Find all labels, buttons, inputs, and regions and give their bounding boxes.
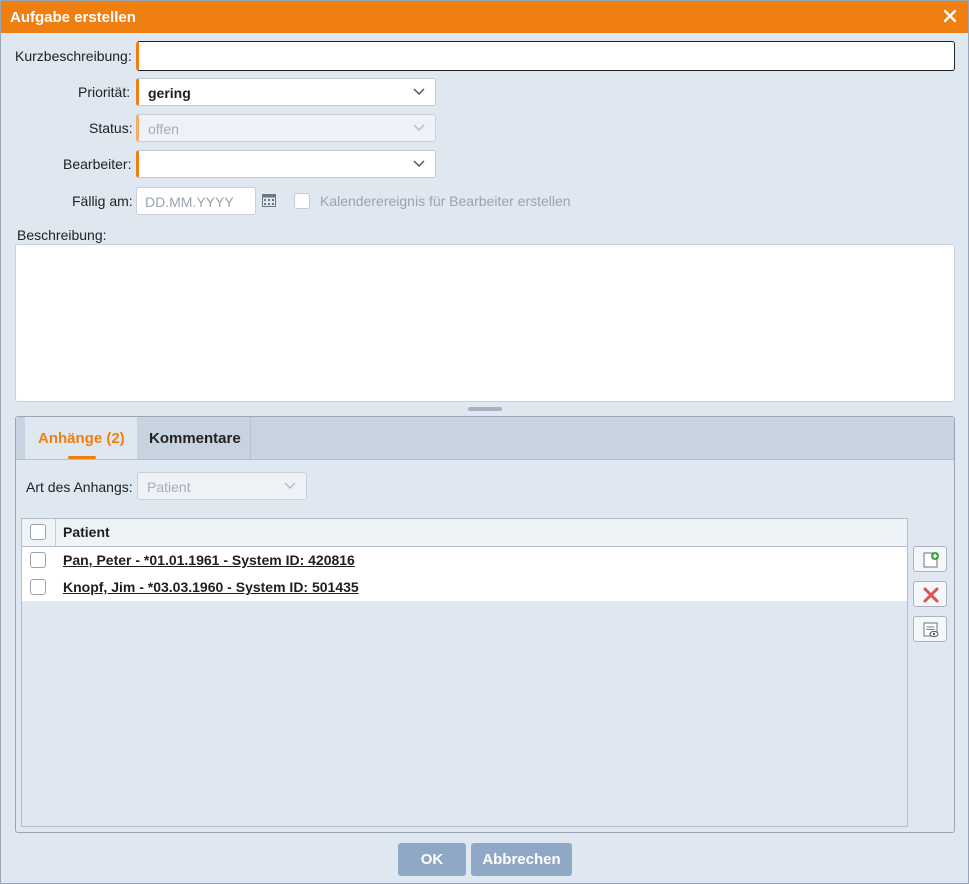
ok-button[interactable]: OK [398, 843, 466, 876]
prioritaet-select[interactable]: gering [136, 78, 436, 106]
active-tab-indicator [68, 456, 96, 459]
patient-link[interactable]: Knopf, Jim - *03.03.1960 - System ID: 50… [63, 579, 359, 595]
cancel-button[interactable]: Abbrechen [471, 843, 572, 876]
close-icon[interactable] [941, 7, 959, 25]
task-dialog: Aufgabe erstellen Kurzbeschreibung: Prio… [0, 0, 969, 884]
chevron-down-icon [413, 124, 425, 132]
splitter-handle[interactable] [468, 407, 502, 411]
column-header-patient: Patient [63, 524, 110, 540]
patient-link[interactable]: Pan, Peter - *01.01.1961 - System ID: 42… [63, 552, 355, 568]
art-des-anhangs-value: Patient [147, 479, 191, 495]
attachments-panel: Anhänge (2) Kommentare Art des Anhangs: … [15, 416, 955, 833]
kurzbeschreibung-input[interactable] [136, 41, 955, 71]
beschreibung-label: Beschreibung: [17, 227, 107, 243]
row-checkbox[interactable] [30, 579, 46, 595]
status-select: offen [136, 114, 436, 142]
bearbeiter-select[interactable] [136, 150, 436, 178]
select-all-checkbox[interactable] [30, 524, 46, 540]
delete-icon [923, 587, 939, 603]
column-separator [55, 519, 56, 546]
add-attachment-button[interactable] [913, 546, 947, 572]
attachments-table: Patient Pan, Peter - *01.01.1961 - Syste… [21, 518, 908, 827]
chevron-down-icon [413, 160, 425, 168]
status-label: Status: [89, 120, 133, 136]
beschreibung-textarea[interactable] [15, 244, 955, 402]
row-checkbox[interactable] [30, 552, 46, 568]
dialog-title: Aufgabe erstellen [10, 9, 136, 26]
tab-kommentare-label: Kommentare [149, 430, 241, 447]
title-bar: Aufgabe erstellen [1, 1, 968, 33]
table-header: Patient [22, 519, 907, 547]
prioritaet-label: Priorität: [78, 84, 131, 100]
table-row[interactable]: Knopf, Jim - *03.03.1960 - System ID: 50… [22, 574, 907, 602]
faellig-placeholder: DD.MM.YYYY [145, 194, 234, 210]
preview-icon [923, 622, 939, 638]
art-des-anhangs-label: Art des Anhangs: [26, 479, 133, 495]
add-document-icon [923, 552, 939, 568]
kalender-checkbox[interactable] [294, 193, 310, 209]
faellig-label: Fällig am: [72, 193, 133, 209]
tab-anhaenge-label: Anhänge (2) [38, 430, 125, 447]
table-row[interactable]: Pan, Peter - *01.01.1961 - System ID: 42… [22, 547, 907, 575]
preview-attachment-button[interactable] [913, 616, 947, 642]
chevron-down-icon [284, 482, 296, 490]
tab-anhaenge[interactable]: Anhänge (2) [25, 417, 137, 459]
remove-attachment-button[interactable] [913, 581, 947, 607]
faellig-date-input[interactable]: DD.MM.YYYY [136, 187, 256, 215]
prioritaet-value: gering [148, 85, 191, 101]
bearbeiter-label: Bearbeiter: [63, 156, 132, 172]
art-des-anhangs-select: Patient [137, 472, 307, 500]
status-value: offen [148, 121, 179, 137]
kalender-checkbox-label: Kalenderereignis für Bearbeiter erstelle… [320, 193, 571, 209]
chevron-down-icon [413, 88, 425, 96]
tab-kommentare[interactable]: Kommentare [137, 417, 251, 459]
calendar-icon[interactable] [262, 193, 276, 207]
kurzbeschreibung-label: Kurzbeschreibung: [15, 48, 132, 64]
tab-bar: Anhänge (2) Kommentare [16, 417, 954, 460]
